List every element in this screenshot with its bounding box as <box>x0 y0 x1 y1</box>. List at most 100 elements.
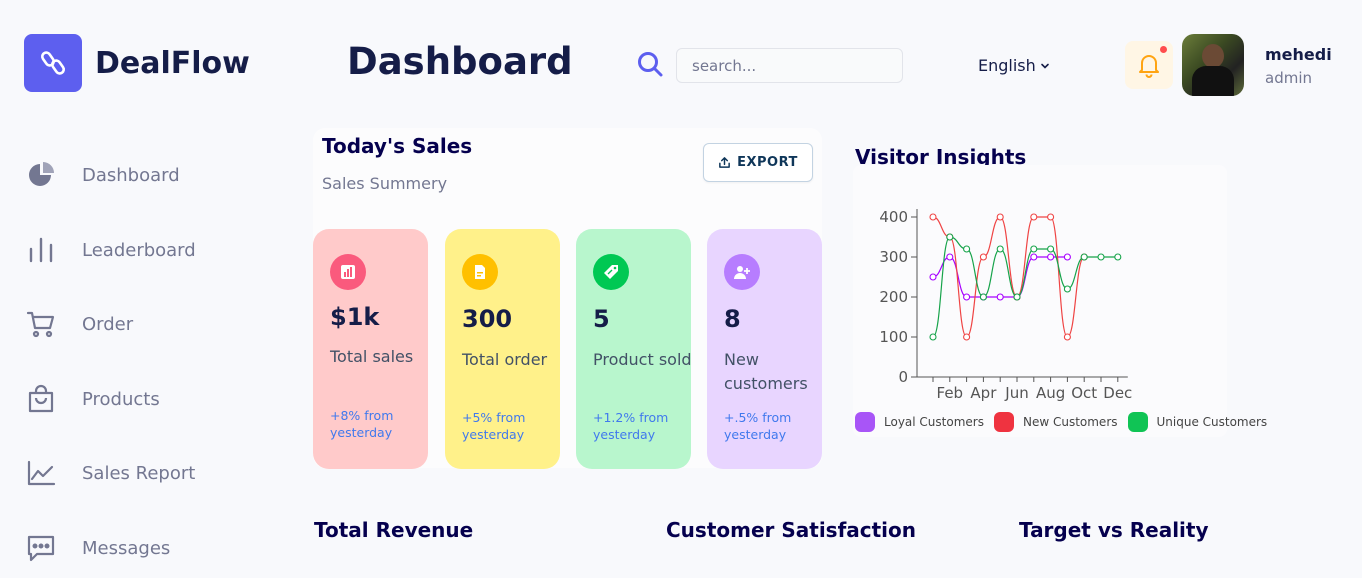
stat-delta: +8% from yesterday <box>330 408 394 440</box>
data-point <box>1047 245 1055 253</box>
search-icon[interactable] <box>636 50 664 82</box>
x-tick-label: Feb <box>937 384 964 402</box>
data-point <box>963 293 971 301</box>
user-name: mehedi <box>1265 45 1332 64</box>
language-label: English <box>978 56 1036 75</box>
page-title: Dashboard <box>347 40 573 83</box>
stat-card-total-sales: $1k Total sales +8% from yesterday <box>313 229 428 469</box>
stat-delta: +.5% from yesterday <box>724 410 792 442</box>
stat-label: Total sales <box>330 347 414 366</box>
sidebar-item-label: Order <box>82 313 134 335</box>
data-point <box>1047 253 1055 261</box>
message-icon <box>24 531 58 565</box>
line-chart-icon <box>24 456 58 490</box>
cart-icon <box>24 307 58 341</box>
legend-item-loyal[interactable]: Loyal Customers <box>855 412 984 432</box>
y-tick-label: 100 <box>879 328 908 346</box>
stat-delta: +1.2% from yesterday <box>593 410 669 442</box>
stat-value: 5 <box>593 305 610 333</box>
target-vs-reality-title: Target vs Reality <box>1019 518 1209 542</box>
total-revenue-title: Total Revenue <box>314 518 474 542</box>
stat-value: 300 <box>462 305 513 333</box>
sidebar-item-sales-report[interactable]: Sales Report <box>24 455 195 491</box>
data-point <box>1030 253 1038 261</box>
y-tick-label: 400 <box>879 208 908 226</box>
bell-icon <box>1139 55 1159 78</box>
brand-name: DealFlow <box>95 45 250 81</box>
user-role: admin <box>1265 69 1312 87</box>
brand-logo[interactable]: DealFlow <box>24 34 250 92</box>
stat-card-total-order: 300 Total order +5% from yesterday <box>445 229 560 469</box>
notifications-button[interactable] <box>1125 41 1173 89</box>
x-tick-label: Apr <box>970 384 997 402</box>
sidebar-item-messages[interactable]: Messages <box>24 530 170 566</box>
y-tick-label: 200 <box>879 288 908 306</box>
legend-label: New Customers <box>1022 415 1118 429</box>
chart-legend: Loyal Customers New Customers Unique Cus… <box>855 412 1277 432</box>
legend-swatch <box>1127 412 1148 432</box>
sidebar-item-label: Products <box>82 388 160 410</box>
stat-card-new-customers: 8 New customers +.5% from yesterday <box>707 229 822 469</box>
data-point <box>1114 253 1122 261</box>
data-point <box>963 245 971 253</box>
customer-satisfaction-title: Customer Satisfaction <box>666 518 917 542</box>
bar-chart-icon <box>24 233 58 267</box>
series-line-2 <box>932 216 1085 338</box>
series-line-1 <box>932 256 1068 298</box>
data-point <box>1063 285 1071 293</box>
data-point <box>996 293 1004 301</box>
data-point <box>1013 293 1021 301</box>
todays-sales-title: Today's Sales <box>322 134 473 158</box>
x-tick-label: Oct <box>1071 384 1097 402</box>
notification-badge <box>1160 46 1167 53</box>
sidebar-item-label: Dashboard <box>82 164 180 186</box>
avatar[interactable] <box>1182 34 1244 96</box>
data-point <box>929 273 937 281</box>
export-label: EXPORT <box>737 155 798 170</box>
sidebar-item-leaderboard[interactable]: Leaderboard <box>24 232 196 268</box>
stat-value: 8 <box>724 305 741 333</box>
data-point <box>1097 253 1105 261</box>
data-point <box>929 333 937 341</box>
stat-label: Product sold <box>593 350 692 369</box>
data-point <box>979 293 987 301</box>
sidebar-item-label: Messages <box>82 537 171 559</box>
data-point <box>946 253 954 261</box>
chart-icon <box>330 254 366 290</box>
language-selector[interactable]: English <box>978 56 1050 75</box>
sidebar-item-order[interactable]: Order <box>24 306 133 342</box>
logo-icon <box>24 34 82 92</box>
stat-card-product-sold: 5 Product sold +1.2% from yesterday <box>576 229 692 469</box>
data-point <box>1030 245 1038 253</box>
chevron-down-icon <box>1040 63 1049 69</box>
export-icon <box>719 157 730 168</box>
sidebar-item-dashboard[interactable]: Dashboard <box>24 157 180 193</box>
sidebar-item-products[interactable]: Products <box>24 381 160 417</box>
y-tick-label: 0 <box>898 368 908 386</box>
document-icon <box>462 254 498 290</box>
legend-item-new[interactable]: New Customers <box>993 412 1118 432</box>
data-point <box>963 333 971 341</box>
todays-sales-subtitle: Sales Summery <box>322 174 448 193</box>
legend-item-unique[interactable]: Unique Customers <box>1127 412 1268 432</box>
stat-label: Total order <box>462 350 548 369</box>
add-user-icon <box>724 254 760 290</box>
x-tick-label: Jun <box>1004 384 1028 402</box>
data-point <box>1030 213 1038 221</box>
data-point <box>996 245 1004 253</box>
legend-swatch <box>993 412 1014 432</box>
x-tick-label: Dec <box>1103 384 1132 402</box>
export-button[interactable]: EXPORT <box>703 143 813 182</box>
data-point <box>1047 213 1055 221</box>
data-point <box>979 253 987 261</box>
y-tick-label: 300 <box>879 248 908 266</box>
data-point <box>996 213 1004 221</box>
visitor-insights-chart: 0 100 200 300 400 Feb Apr Jun Aug Oct Dec <box>853 165 1227 437</box>
sidebar-item-label: Sales Report <box>82 462 196 484</box>
legend-label: Unique Customers <box>1156 415 1268 429</box>
pie-chart-icon <box>24 158 58 192</box>
legend-swatch <box>855 412 875 432</box>
stat-label: New customers <box>724 350 808 393</box>
tag-icon <box>593 254 629 290</box>
search-input[interactable] <box>676 48 903 83</box>
